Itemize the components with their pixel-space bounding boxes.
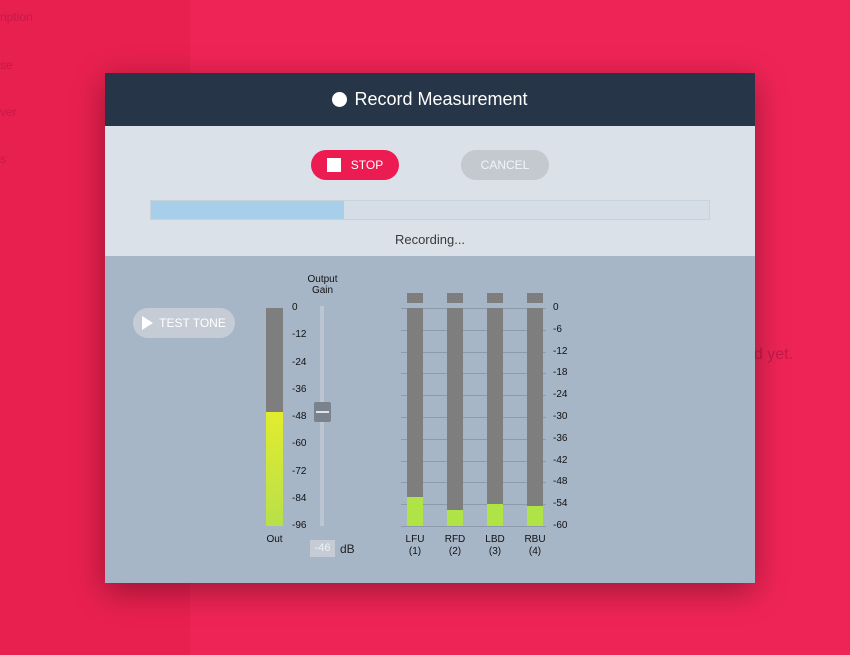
background-text: s: [0, 152, 6, 166]
channel-scale-tick: -48: [553, 476, 568, 488]
output-scale-tick: -12: [292, 329, 307, 341]
channel-clip-indicator: [527, 293, 543, 303]
channel-level-meter: [487, 308, 503, 526]
stop-button-label: STOP: [350, 158, 384, 172]
channel-scale-tick: 0: [553, 302, 559, 313]
output-scale-tick: -84: [292, 492, 307, 504]
test-tone-label: TEST TONE: [159, 316, 226, 330]
output-scale-tick: -72: [292, 465, 307, 477]
background-text: se: [0, 58, 13, 72]
channel-scale-tick: -30: [553, 411, 568, 422]
recording-controls: STOP CANCEL Recording...: [105, 126, 755, 256]
play-icon: [142, 316, 154, 330]
progress-fill: [151, 201, 344, 219]
output-scale-tick: -60: [292, 438, 307, 450]
channel-scale-tick: -24: [553, 389, 568, 401]
channel-scale-tick: -60: [553, 520, 568, 531]
channel-scale-tick: -42: [553, 454, 568, 466]
output-level-meter: [266, 308, 283, 526]
output-gain-value[interactable]: -46: [310, 540, 335, 557]
channel-level-meter: [407, 308, 423, 526]
channel-clip-indicator: [447, 293, 463, 303]
cancel-button-label: CANCEL: [480, 158, 530, 172]
channel-label: RFD: [444, 534, 466, 545]
output-gain-title: Output Gain: [307, 274, 338, 296]
channel-level-fill: [487, 504, 503, 526]
channel-grid-line: [401, 526, 546, 527]
channel-scale-tick: -36: [553, 432, 568, 444]
record-dot-icon: [332, 92, 348, 107]
channel-level-fill: [527, 506, 543, 526]
output-scale-tick: 0: [292, 302, 298, 313]
channel-label: LFU: [405, 534, 425, 545]
test-tone-button[interactable]: TEST TONE: [133, 308, 235, 338]
output-scale-tick: -96: [292, 520, 307, 531]
output-scale-tick: -36: [292, 383, 307, 395]
recording-status: Recording...: [394, 232, 466, 247]
channel-level-fill: [447, 509, 463, 526]
channel-label: LBD: [485, 534, 505, 545]
cancel-button[interactable]: CANCEL: [461, 150, 549, 180]
channel-label: RBU: [524, 534, 546, 545]
channel-clip-indicator: [487, 293, 503, 303]
background-text: ription: [0, 10, 33, 24]
channel-number: (2): [448, 546, 462, 557]
stop-button[interactable]: STOP: [311, 150, 399, 180]
output-scale-tick: -24: [292, 356, 307, 368]
recording-progress-bar: [150, 200, 710, 220]
stop-icon: [326, 158, 341, 172]
channel-level-meter: [527, 308, 543, 526]
channel-scale-tick: -6: [553, 323, 562, 335]
output-gain-unit: dB: [340, 542, 355, 556]
channel-clip-indicator: [407, 293, 423, 303]
channel-number: (1): [408, 546, 422, 557]
output-level-fill: [266, 412, 283, 526]
channel-scale-tick: -54: [553, 498, 568, 510]
output-meter-label: Out: [266, 534, 283, 545]
output-gain-slider-thumb[interactable]: [314, 402, 331, 422]
dialog-header: Record Measurement: [105, 73, 755, 126]
channel-scale-tick: -12: [553, 345, 568, 357]
output-scale-tick: -48: [292, 411, 307, 422]
channel-scale-tick: -18: [553, 367, 568, 379]
channel-level-fill: [407, 496, 423, 526]
record-measurement-dialog: Record Measurement STOP CANCEL Recording…: [105, 73, 755, 583]
dialog-title: Record Measurement: [354, 89, 528, 109]
channel-number: (4): [528, 546, 542, 557]
channel-level-meter: [447, 308, 463, 526]
background-text: ver: [0, 105, 17, 119]
channel-number: (3): [488, 546, 502, 557]
